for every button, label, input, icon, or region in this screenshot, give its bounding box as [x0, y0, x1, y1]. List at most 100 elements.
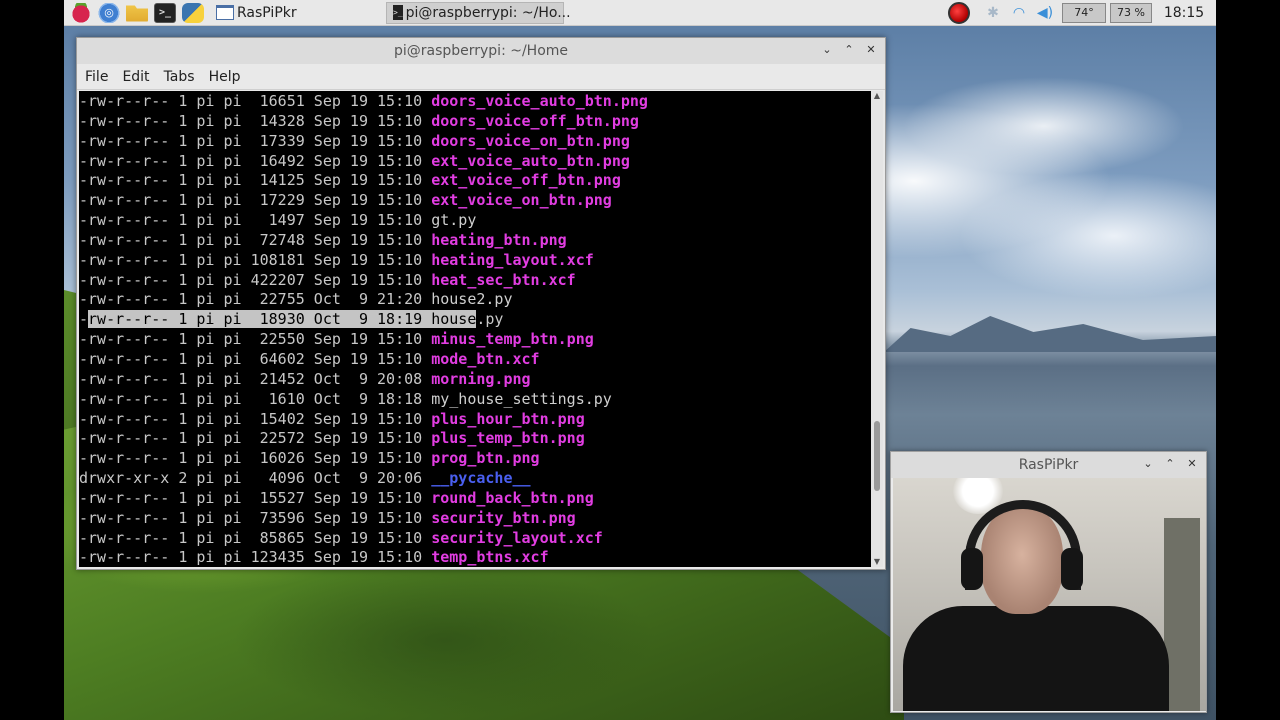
terminal-line: -rw-r--r-- 1 pi pi 16026 Sep 19 15:10 pr… — [79, 449, 872, 469]
file-name: gt.py — [431, 211, 477, 230]
scroll-up-icon[interactable]: ▲ — [871, 91, 883, 101]
terminal-titlebar[interactable]: pi@raspberrypi: ~/Home ⌄ ⌃ ✕ — [77, 38, 885, 64]
menu-file[interactable]: File — [85, 69, 108, 85]
file-metadata: -rw-r--r-- 1 pi pi 22550 Sep 19 15:10 — [79, 330, 432, 349]
terminal-line: drwxr-xr-x 2 pi pi 4096 Oct 9 20:06 __py… — [79, 469, 872, 489]
file-metadata: -rw-r--r-- 1 pi pi 17229 Sep 19 15:10 — [79, 191, 432, 210]
terminal-icon: >_ — [393, 5, 403, 20]
scroll-down-icon[interactable]: ▼ — [871, 557, 883, 567]
terminal-line: -rw-r--r-- 1 pi pi 16651 Sep 19 15:10 do… — [79, 92, 872, 112]
terminal-line: -rw-r--r-- 1 pi pi 16492 Sep 19 15:10 ex… — [79, 152, 872, 172]
wallpaper-mountains — [884, 316, 1216, 352]
taskbar-button-label: pi@raspberrypi: ~/Ho... — [405, 4, 571, 21]
camera-window: RasPiPkr ⌄ ⌃ ✕ — [890, 451, 1207, 713]
terminal-scrollbar[interactable]: ▲ ▼ — [871, 91, 883, 567]
terminal-line: -rw-r--r-- 1 pi pi 17229 Sep 19 15:10 ex… — [79, 191, 872, 211]
file-metadata: -rw-r--r-- 1 pi pi 422207 Sep 19 15:10 — [79, 270, 432, 289]
taskbar-button-label: RasPiPkr — [237, 4, 297, 21]
file-name: prog_btn.png — [431, 449, 540, 468]
file-name: doors_voice_auto_btn.png — [431, 92, 648, 110]
file-metadata: -rw-r--r-- 1 pi pi 73596 Sep 19 15:10 — [79, 508, 432, 527]
cpu-usage-meter[interactable]: 73 % — [1110, 2, 1152, 23]
taskbar-button-terminal[interactable]: >_ pi@raspberrypi: ~/Ho... — [386, 1, 571, 24]
file-metadata: -rw-r--r-- 1 pi pi 123435 Sep 19 15:10 — [79, 548, 432, 567]
file-name: heating_btn.png — [431, 230, 567, 249]
web-browser-icon[interactable]: ◎ — [98, 2, 120, 23]
webcam-video — [893, 478, 1206, 711]
file-name: my_house_settings.py — [431, 389, 612, 408]
terminal-window: pi@raspberrypi: ~/Home ⌄ ⌃ ✕ File Edit T… — [76, 37, 886, 570]
file-metadata: -rw-r--r-- 1 pi pi 15527 Sep 19 15:10 — [79, 488, 432, 507]
file-name: minus_temp_btn.png — [431, 330, 594, 349]
file-name: doors_voice_off_btn.png — [431, 111, 639, 130]
file-metadata: -rw-r--r-- 1 pi pi 72748 Sep 19 15:10 — [79, 230, 432, 249]
terminal-line: -rw-r--r-- 1 pi pi 108181 Sep 19 15:10 h… — [79, 251, 872, 271]
file-metadata: -rw-r--r-- 1 pi pi 16026 Sep 19 15:10 — [79, 449, 432, 468]
terminal-line: -rw-r--r-- 1 pi pi 123435 Sep 19 15:10 t… — [79, 548, 872, 567]
file-name: plus_hour_btn.png — [431, 409, 585, 428]
background-door — [1164, 518, 1200, 711]
clock[interactable]: 18:15 — [1158, 5, 1210, 21]
terminal-line: -rw-r--r-- 1 pi pi 85865 Sep 19 15:10 se… — [79, 529, 872, 549]
taskbar-button-raspipkr[interactable]: RasPiPkr — [210, 2, 380, 24]
file-name: round_back_btn.png — [431, 488, 594, 507]
python-ide-icon[interactable] — [182, 2, 204, 23]
terminal-menubar: File Edit Tabs Help — [77, 64, 885, 90]
headphone-earcup-right — [1061, 548, 1083, 590]
menu-tabs[interactable]: Tabs — [164, 69, 195, 85]
terminal-line: -rw-r--r-- 1 pi pi 21452 Oct 9 20:08 mor… — [79, 370, 872, 390]
window-controls: ⌄ ⌃ ✕ — [819, 41, 879, 59]
scroll-thumb[interactable] — [874, 421, 880, 491]
minimize-icon[interactable]: ⌄ — [819, 41, 835, 59]
close-icon[interactable]: ✕ — [1184, 455, 1200, 473]
menu-edit[interactable]: Edit — [122, 69, 149, 85]
terminal-line: -rw-r--r-- 1 pi pi 14328 Sep 19 15:10 do… — [79, 112, 872, 132]
file-metadata: -rw-r--r-- 1 pi pi 16651 Sep 19 15:10 — [79, 92, 432, 110]
maximize-icon[interactable]: ⌃ — [841, 41, 857, 59]
cpu-temperature-meter[interactable]: 74° — [1062, 2, 1106, 23]
file-name: ext_voice_auto_btn.png — [431, 151, 630, 170]
file-name: __pycache__ — [431, 469, 531, 488]
file-metadata: drwxr-xr-x 2 pi pi 4096 Oct 9 20:06 — [79, 469, 432, 488]
selection-suffix: .py — [476, 310, 504, 329]
terminal-line: -rw-r--r-- 1 pi pi 22755 Oct 9 21:20 hou… — [79, 290, 872, 310]
volume-icon[interactable]: ◀) — [1032, 5, 1058, 21]
file-metadata: -rw-r--r-- 1 pi pi 64602 Sep 19 15:10 — [79, 349, 432, 368]
terminal-launcher-icon[interactable]: >_ — [154, 2, 176, 23]
terminal-line: -rw-r--r-- 1 pi pi 15527 Sep 19 15:10 ro… — [79, 489, 872, 509]
terminal-line: -rw-r--r-- 1 pi pi 64602 Sep 19 15:10 mo… — [79, 350, 872, 370]
file-name: plus_temp_btn.png — [431, 429, 585, 448]
selection-prefix: - — [79, 310, 89, 329]
record-icon[interactable] — [948, 1, 970, 24]
file-name: house2.py — [431, 290, 513, 309]
file-manager-icon[interactable] — [126, 5, 148, 22]
terminal-line: -rw-r--r-- 1 pi pi 1610 Oct 9 18:18 my_h… — [79, 390, 872, 410]
terminal-line: -rw-r--r-- 1 pi pi 1497 Sep 19 15:10 gt.… — [79, 211, 872, 231]
file-metadata: -rw-r--r-- 1 pi pi 14125 Sep 19 15:10 — [79, 171, 432, 190]
menu-help[interactable]: Help — [209, 69, 241, 85]
minimize-icon[interactable]: ⌄ — [1140, 455, 1156, 473]
file-name: heat_sec_btn.xcf — [431, 270, 576, 289]
file-metadata: -rw-r--r-- 1 pi pi 21452 Oct 9 20:08 — [79, 369, 432, 388]
bluetooth-icon[interactable]: ✱ — [980, 5, 1006, 21]
close-icon[interactable]: ✕ — [863, 41, 879, 59]
headphone-earcup-left — [961, 548, 983, 590]
letterbox-right — [1216, 0, 1280, 720]
terminal-line: -rw-r--r-- 1 pi pi 422207 Sep 19 15:10 h… — [79, 271, 872, 291]
file-metadata: -rw-r--r-- 1 pi pi 1610 Oct 9 18:18 — [79, 389, 432, 408]
window-title: pi@raspberrypi: ~/Home — [393, 43, 569, 59]
raspberry-menu-icon[interactable] — [70, 2, 92, 23]
terminal-line: -rw-r--r-- 1 pi pi 18930 Oct 9 18:19 hou… — [79, 310, 872, 330]
maximize-icon[interactable]: ⌃ — [1162, 455, 1178, 473]
file-metadata: -rw-r--r-- 1 pi pi 22755 Oct 9 21:20 — [79, 290, 432, 309]
file-metadata: -rw-r--r-- 1 pi pi 85865 Sep 19 15:10 — [79, 528, 432, 547]
camera-titlebar[interactable]: RasPiPkr ⌄ ⌃ ✕ — [891, 452, 1206, 478]
wifi-icon[interactable]: ◠ — [1006, 5, 1032, 21]
file-metadata: -rw-r--r-- 1 pi pi 17339 Sep 19 15:10 — [79, 131, 432, 150]
terminal-output[interactable]: -rw-r--r-- 1 pi pi 16651 Sep 19 15:10 do… — [79, 91, 872, 567]
file-name: security_btn.png — [431, 508, 576, 527]
top-taskbar: ◎ >_ RasPiPkr >_ pi@raspberrypi: ~/Ho...… — [64, 0, 1216, 26]
terminal-line: -rw-r--r-- 1 pi pi 73596 Sep 19 15:10 se… — [79, 509, 872, 529]
file-metadata: -rw-r--r-- 1 pi pi 1497 Sep 19 15:10 — [79, 211, 432, 230]
file-name: doors_voice_on_btn.png — [431, 131, 630, 150]
